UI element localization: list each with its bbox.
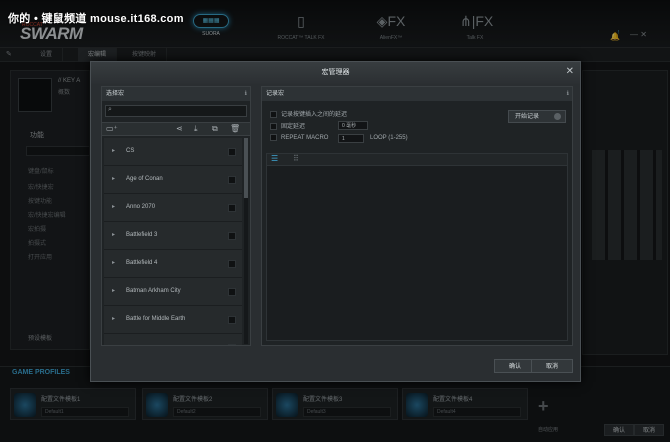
chevron-right-icon: ▸: [112, 343, 115, 345]
list-scrollbar[interactable]: [244, 138, 248, 344]
macro-manager-dialog: 宏管理器 ✕ 选择宏 ℹ ⌕ ▭⁺ ⋖ ⤓ ⧉ 🗑 ▸ CS ▸ Age of Co…: [90, 61, 581, 382]
info-icon: ℹ: [566, 91, 569, 97]
fixed-delay-option[interactable]: 固定延迟: [270, 121, 305, 130]
record-delay-option[interactable]: 记录按键插入之间的延迟: [270, 109, 347, 118]
list-item[interactable]: ▸ CS: [104, 138, 242, 166]
cancel-button[interactable]: 取消: [531, 359, 573, 373]
list-item[interactable]: ▸ Anno 2070: [104, 194, 242, 222]
checkbox[interactable]: [270, 122, 277, 130]
start-record-button[interactable]: 开始记录: [508, 110, 566, 123]
search-icon: ⌕: [108, 106, 112, 113]
copy-icon[interactable]: ⧉: [212, 124, 218, 134]
scroll-thumb[interactable]: [244, 138, 248, 198]
chevron-right-icon: ▸: [112, 176, 116, 182]
delete-icon[interactable]: 🗑: [230, 124, 240, 133]
list-toolbar: ▭⁺ ⋖ ⤓ ⧉ 🗑: [102, 122, 250, 136]
list-item[interactable]: ▸ Age of Conan: [104, 166, 242, 194]
chevron-right-icon: ▸: [112, 148, 116, 154]
chevron-right-icon: ▸: [112, 232, 116, 238]
grid-view-icon[interactable]: ⠿: [293, 154, 299, 163]
macro-list: ▸ CS ▸ Age of Conan ▸ Anno 2070 ▸ Battlefiel…: [104, 138, 242, 345]
import-icon[interactable]: ⤓: [194, 124, 198, 134]
watermark: 你的 • 键鼠频道 mouse.it168.com: [8, 13, 184, 25]
checkbox[interactable]: [228, 288, 236, 296]
repeat-count-input[interactable]: 1: [338, 134, 364, 143]
list-item[interactable]: ▸ Batman Arkham City: [104, 278, 242, 306]
checkbox[interactable]: [228, 316, 236, 324]
checkbox[interactable]: [228, 176, 236, 184]
repeat-macro-option[interactable]: REPEAT MACRO: [270, 134, 328, 141]
chevron-right-icon: ▸: [112, 204, 116, 210]
list-item[interactable]: ▸ Battlefield 4: [104, 250, 242, 278]
editor-toolbar: ☰ ⠿: [267, 154, 567, 166]
checkbox[interactable]: [270, 134, 277, 141]
checkbox[interactable]: [228, 260, 236, 268]
macro-list-panel: 选择宏 ℹ ⌕ ▭⁺ ⋖ ⤓ ⧉ 🗑 ▸ CS ▸ Age of Conan ▸ An…: [101, 86, 251, 346]
dialog-title: 宏管理器: [91, 62, 580, 84]
loop-range-label: LOOP (1-255): [370, 135, 408, 141]
fixed-delay-input[interactable]: 0 毫秒: [338, 121, 368, 130]
record-dot-icon: [554, 113, 561, 120]
macro-search-input[interactable]: ⌕: [105, 105, 247, 117]
share-icon[interactable]: ⋖: [176, 124, 183, 133]
list-item[interactable]: ▸ Battle for Middle Earth: [104, 306, 242, 334]
list-item[interactable]: ▸...: [104, 334, 242, 345]
chevron-right-icon: ▸: [112, 316, 116, 322]
chevron-right-icon: ▸: [112, 288, 116, 294]
folder-add-icon[interactable]: ▭⁺: [106, 124, 118, 133]
info-icon: ℹ: [244, 91, 247, 97]
list-view-icon[interactable]: ☰: [271, 154, 278, 163]
record-panel: 记录宏 ℹ 记录按键插入之间的延迟 固定延迟 0 毫秒 REPEAT MACRO…: [261, 86, 573, 346]
checkbox[interactable]: [228, 204, 236, 212]
list-item[interactable]: ▸ Battlefield 3: [104, 222, 242, 250]
panel-header: 选择宏: [102, 87, 250, 101]
checkbox[interactable]: [270, 110, 277, 118]
checkbox[interactable]: [228, 232, 236, 240]
ok-button[interactable]: 确认: [494, 359, 536, 373]
macro-editor[interactable]: ☰ ⠿: [266, 153, 568, 341]
panel-header: 记录宏: [262, 87, 572, 101]
checkbox[interactable]: [228, 148, 236, 156]
chevron-right-icon: ▸: [112, 260, 116, 266]
close-icon[interactable]: ✕: [566, 66, 574, 77]
checkbox[interactable]: [228, 344, 236, 345]
